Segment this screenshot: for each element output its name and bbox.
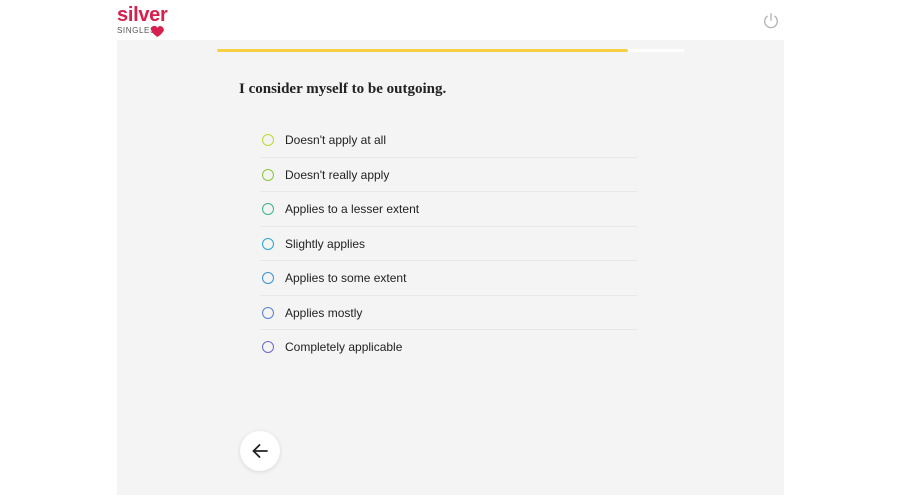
- answer-option-7[interactable]: Completely applicable: [260, 330, 637, 365]
- arrow-left-icon: [252, 444, 268, 458]
- logo-word: silver: [117, 4, 168, 26]
- radio-button[interactable]: [262, 168, 274, 181]
- back-button[interactable]: [240, 431, 280, 471]
- answer-option-label: Applies mostly: [285, 305, 363, 320]
- header: silver SINGLES: [0, 0, 900, 40]
- answer-option-4[interactable]: Slightly applies: [260, 227, 637, 261]
- radio-button[interactable]: [262, 134, 274, 146]
- answer-option-2[interactable]: Doesn't really apply: [260, 158, 637, 192]
- power-icon: [764, 13, 778, 29]
- answer-option-label: Applies to a lesser extent: [285, 202, 420, 216]
- answer-options: Doesn't apply at all Doesn't really appl…: [260, 123, 637, 365]
- radio-button[interactable]: [262, 341, 274, 353]
- answer-option-3[interactable]: Applies to a lesser extent: [260, 192, 637, 227]
- answer-option-6[interactable]: Applies mostly: [260, 296, 637, 330]
- radio-button[interactable]: [262, 306, 274, 319]
- radio-button[interactable]: [262, 272, 274, 284]
- answer-option-label: Applies to some extent: [285, 271, 407, 285]
- answer-option-label: Slightly applies: [285, 236, 366, 251]
- progress-bar-fill: [217, 49, 628, 52]
- questionnaire-panel: I consider myself to be outgoing. Doesn'…: [117, 40, 784, 495]
- logout-button[interactable]: [762, 12, 780, 30]
- radio-button[interactable]: [262, 203, 274, 215]
- radio-button[interactable]: [262, 237, 274, 250]
- progress-bar: [217, 49, 684, 52]
- answer-option-label: Completely applicable: [285, 340, 403, 354]
- silver-singles-logo[interactable]: silver SINGLES: [117, 5, 177, 39]
- answer-option-1[interactable]: Doesn't apply at all: [260, 123, 637, 158]
- answer-option-label: Doesn't really apply: [285, 167, 390, 182]
- question-text: I consider myself to be outgoing.: [239, 81, 447, 97]
- answer-option-5[interactable]: Applies to some extent: [260, 261, 637, 296]
- answer-option-label: Doesn't apply at all: [285, 133, 387, 147]
- heart-icon: [151, 25, 165, 38]
